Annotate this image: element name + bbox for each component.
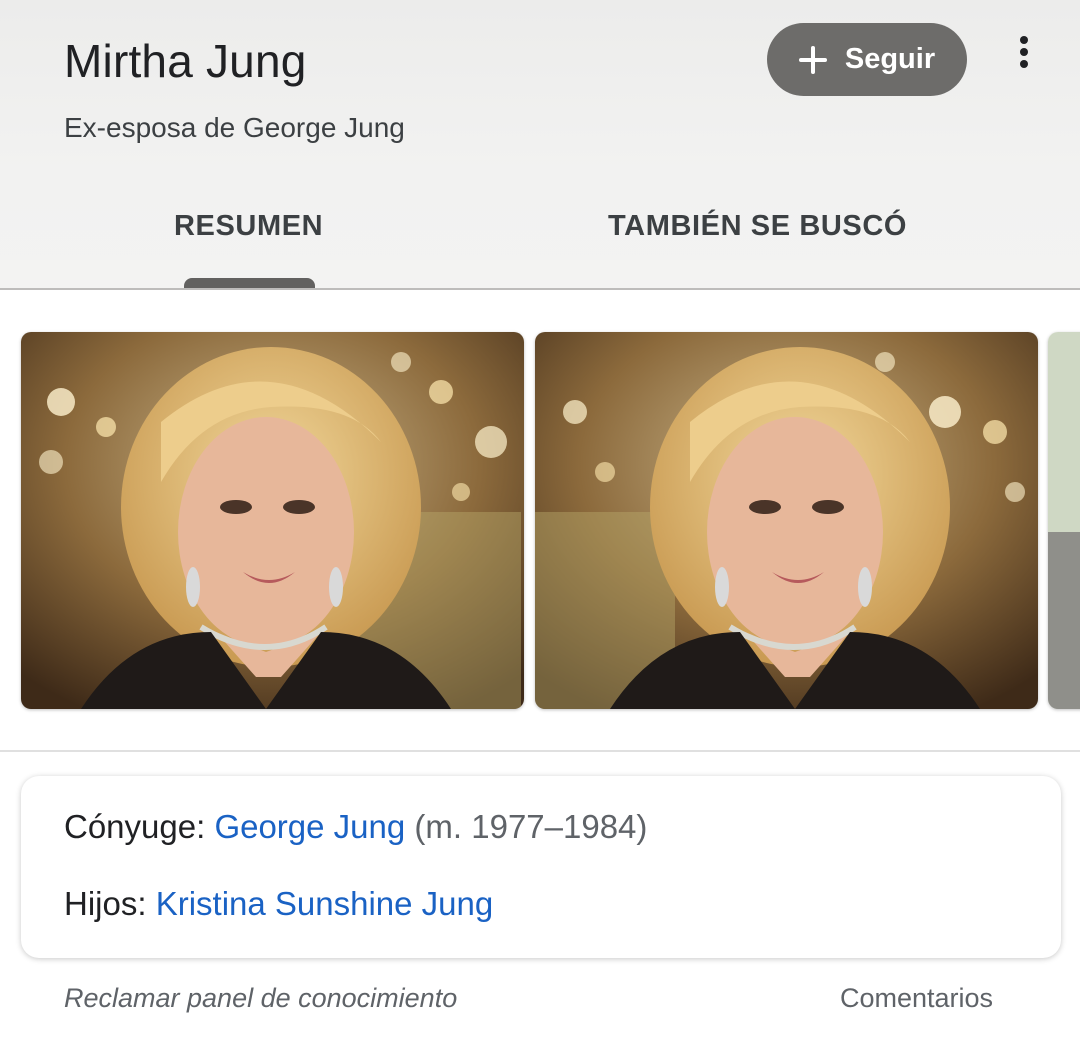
claim-panel-link[interactable]: Reclamar panel de conocimiento [64, 983, 457, 1014]
image-gallery [0, 290, 1080, 752]
children-label: Hijos: [64, 885, 147, 922]
children-link[interactable]: Kristina Sunshine Jung [156, 885, 494, 922]
spouse-link[interactable]: George Jung [214, 808, 405, 845]
children-row: Hijos: Kristina Sunshine Jung [64, 885, 493, 923]
partial-photo[interactable] [1048, 332, 1080, 709]
portrait-photo[interactable] [21, 332, 524, 709]
tab-tambien-se-busco[interactable]: TAMBIÉN SE BUSCÓ [608, 210, 907, 243]
knowledge-panel-header: Mirtha Jung Ex-esposa de George Jung Seg… [0, 0, 1080, 290]
follow-button[interactable]: Seguir [767, 23, 967, 96]
facts-card: Cónyuge: George Jung (m. 1977–1984) Hijo… [21, 776, 1061, 958]
follow-button-label: Seguir [844, 43, 936, 75]
page-title: Mirtha Jung [64, 35, 307, 87]
more-vert-icon[interactable] [1008, 32, 1040, 72]
spouse-row: Cónyuge: George Jung (m. 1977–1984) [64, 808, 647, 846]
page-subtitle: Ex-esposa de George Jung [64, 112, 405, 143]
tab-selected-indicator [184, 278, 315, 288]
feedback-link[interactable]: Comentarios [840, 983, 993, 1014]
tab-resumen[interactable]: RESUMEN [174, 210, 323, 243]
spouse-detail: (m. 1977–1984) [414, 808, 648, 845]
portrait-photo[interactable] [535, 332, 1038, 709]
spouse-label: Cónyuge: [64, 808, 206, 845]
plus-icon [798, 45, 827, 74]
